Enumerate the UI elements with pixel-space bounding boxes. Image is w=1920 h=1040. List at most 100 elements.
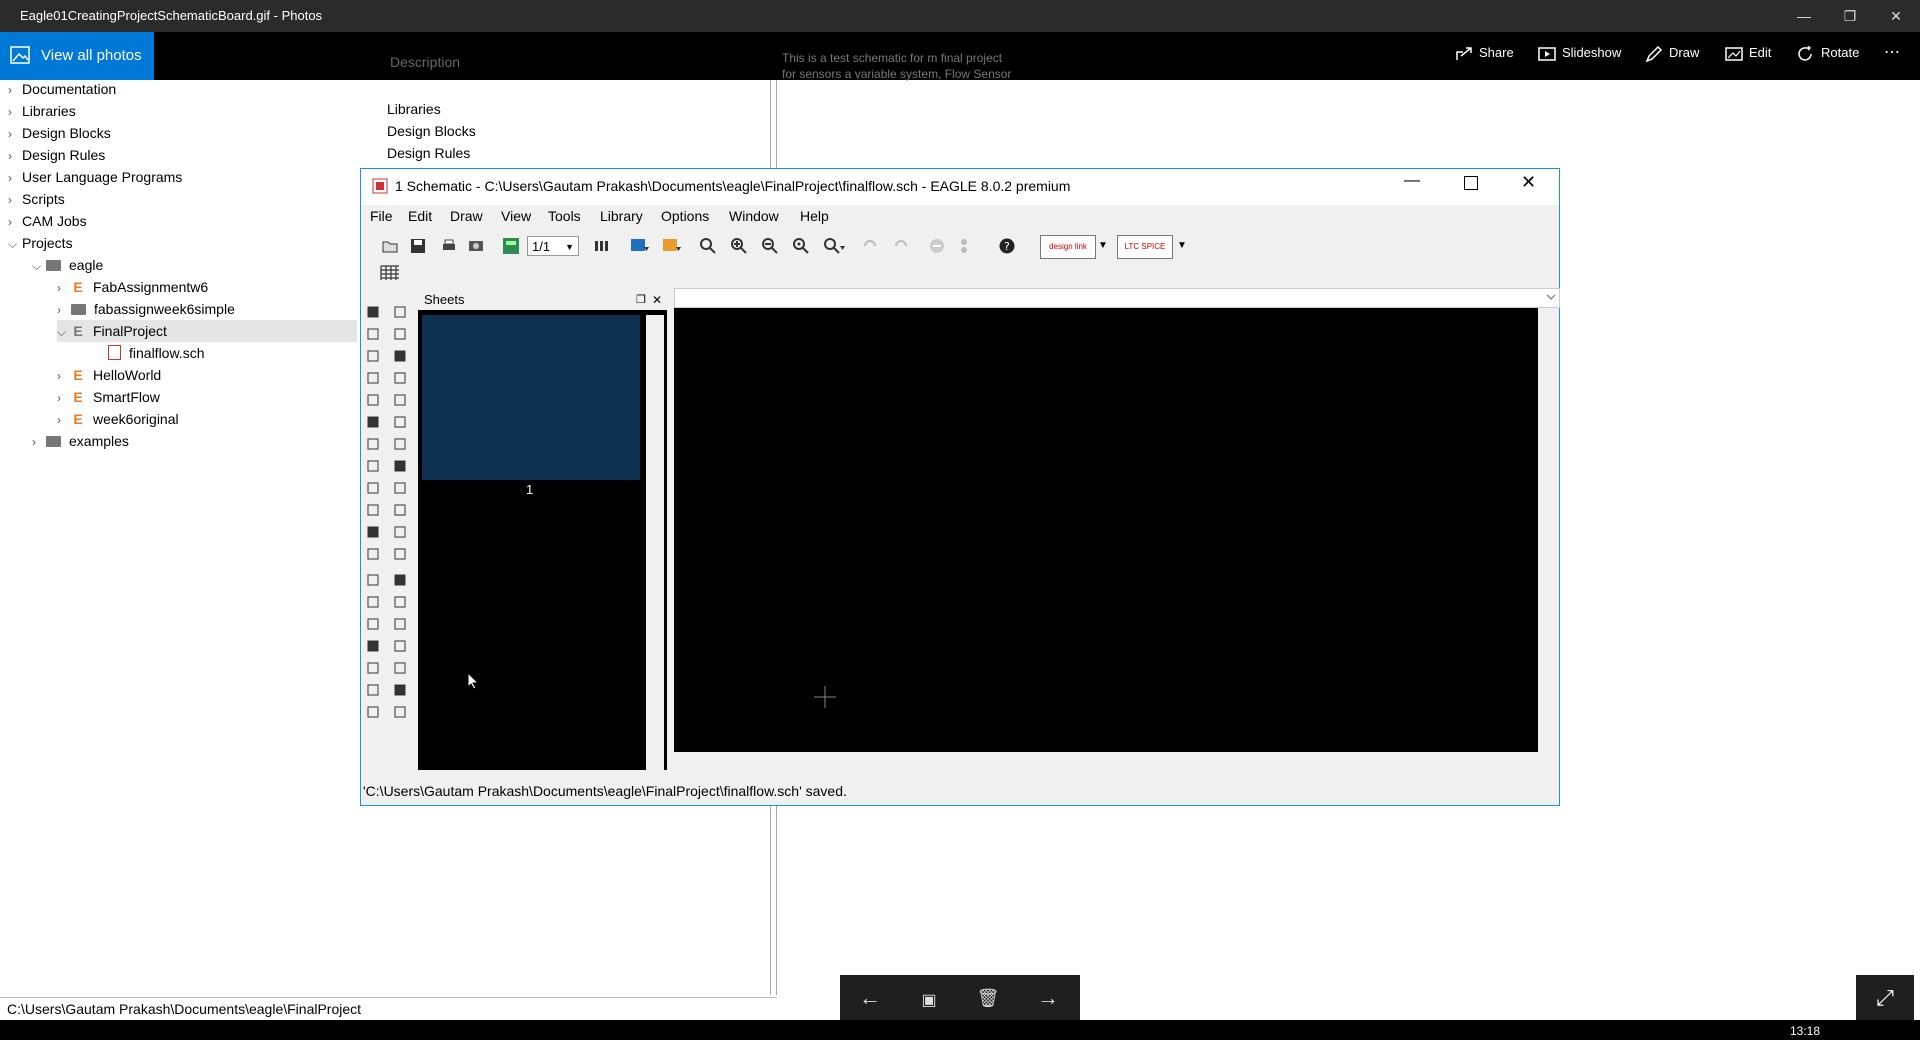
add-icon[interactable] — [366, 437, 380, 451]
zoom-out-icon[interactable] — [762, 238, 778, 254]
menu-window[interactable]: Window — [729, 208, 779, 224]
change-icon[interactable] — [393, 547, 407, 561]
menu-tools[interactable]: Tools — [548, 208, 581, 224]
print-icon[interactable] — [441, 238, 457, 254]
tree-item-ulp[interactable]: › User Language Programs — [8, 166, 182, 188]
split-icon[interactable] — [366, 525, 380, 539]
tree-item-smartflow[interactable]: › E SmartFlow — [57, 386, 160, 408]
tree-item-libraries[interactable]: › Libraries — [8, 100, 76, 122]
view-all-photos-button[interactable]: View all photos — [0, 32, 154, 80]
sheet-thumbnail[interactable] — [422, 315, 640, 480]
tree-item-helloworld[interactable]: › E HelloWorld — [57, 364, 161, 386]
close-button[interactable]: ✕ — [1876, 0, 1916, 32]
module-icon[interactable] — [393, 705, 407, 719]
cam-processor-icon[interactable] — [468, 238, 484, 254]
smash-icon[interactable] — [393, 503, 407, 517]
tree-item-fabassignmentw6[interactable]: › E FabAssignmentw6 — [57, 276, 208, 298]
show-icon[interactable] — [393, 305, 407, 319]
line-icon[interactable] — [366, 573, 380, 587]
chevron-right-icon[interactable]: › — [32, 431, 46, 453]
zoom-fit-icon[interactable] — [700, 238, 716, 254]
paste-icon[interactable] — [393, 393, 407, 407]
name-icon[interactable] — [393, 481, 407, 495]
delete-icon[interactable] — [366, 415, 380, 429]
design-link-button[interactable]: design link — [1040, 235, 1096, 259]
slideshow-button[interactable]: Slideshow — [1538, 45, 1621, 62]
undo-icon[interactable] — [862, 238, 878, 254]
float-icon[interactable]: ❐ — [636, 290, 646, 310]
tree-item-fabassignweek6simple[interactable]: › fabassignweek6simple — [57, 298, 235, 320]
copy-icon[interactable] — [366, 393, 380, 407]
mirror-icon[interactable] — [366, 371, 380, 385]
menu-draw[interactable]: Draw — [450, 208, 483, 224]
help-icon[interactable]: ? — [999, 238, 1015, 254]
script-icon[interactable] — [630, 237, 650, 255]
chevron-right-icon[interactable]: › — [57, 277, 71, 299]
dropdown-arrow-icon[interactable]: ▼ — [1098, 240, 1108, 251]
previous-arrow-icon[interactable]: ← — [850, 985, 890, 1011]
redraw-icon[interactable] — [793, 238, 809, 254]
menu-edit[interactable]: Edit — [408, 208, 432, 224]
fullscreen-icon[interactable]: ⤢ — [1856, 975, 1914, 1020]
restore-button[interactable]: ❐ — [1830, 0, 1870, 32]
info-icon[interactable] — [366, 305, 380, 319]
open-icon[interactable] — [382, 238, 398, 254]
rect-icon[interactable] — [366, 617, 380, 631]
dropdown-arrow-icon[interactable]: ▼ — [1177, 240, 1187, 251]
move-icon[interactable] — [366, 349, 380, 363]
slideshow-icon[interactable]: ▣ — [909, 990, 949, 1010]
edit-button[interactable]: Edit — [1725, 45, 1771, 62]
value-icon[interactable] — [366, 503, 380, 517]
circle-icon[interactable] — [366, 595, 380, 609]
menu-options[interactable]: Options — [661, 208, 709, 224]
minimize-button[interactable]: — — [1784, 0, 1824, 32]
replace-icon[interactable] — [393, 437, 407, 451]
next-arrow-icon[interactable]: → — [1028, 985, 1068, 1011]
miter-icon[interactable] — [393, 525, 407, 539]
tree-item-documentation[interactable]: › Documentation — [8, 78, 116, 100]
junction-icon[interactable] — [366, 661, 380, 675]
chevron-right-icon[interactable]: › — [8, 123, 22, 145]
tree-item-scripts[interactable]: › Scripts — [8, 188, 65, 210]
ulp-icon[interactable] — [662, 237, 682, 255]
chevron-right-icon[interactable]: › — [57, 387, 71, 409]
tree-item-design-blocks[interactable]: › Design Blocks — [8, 122, 111, 144]
library-icon[interactable] — [594, 238, 612, 254]
zoom-select-icon[interactable] — [824, 238, 846, 254]
tree-item-design-rules[interactable]: › Design Rules — [8, 144, 105, 166]
net-icon[interactable] — [393, 639, 407, 653]
dimension-icon[interactable] — [393, 683, 407, 697]
rotate-button[interactable]: Rotate — [1797, 45, 1859, 62]
close-icon[interactable]: ✕ — [652, 290, 662, 310]
delete-icon[interactable]: 🗑 — [968, 988, 1008, 1009]
canvas-horizontal-scrollbar[interactable] — [674, 752, 1538, 770]
text-icon[interactable] — [393, 573, 407, 587]
more-button[interactable]: ⋯ — [1884, 42, 1900, 62]
menu-view[interactable]: View — [501, 208, 531, 224]
chevron-right-icon[interactable]: › — [8, 167, 22, 189]
polygon-icon[interactable] — [393, 617, 407, 631]
chevron-right-icon[interactable]: › — [8, 189, 22, 211]
go-icon[interactable] — [956, 238, 972, 254]
zoom-in-icon[interactable] — [731, 238, 747, 254]
canvas-vertical-scrollbar[interactable] — [1540, 308, 1558, 752]
sheets-scrollbar[interactable] — [646, 315, 664, 770]
chevron-down-icon[interactable]: ⌵ — [32, 255, 46, 277]
grid-icon[interactable] — [380, 265, 400, 281]
share-button[interactable]: Share — [1455, 45, 1514, 62]
chevron-right-icon[interactable]: › — [8, 79, 22, 101]
ltspice-button[interactable]: LTC SPICE — [1117, 235, 1173, 259]
arc-icon[interactable] — [393, 595, 407, 609]
bus-icon[interactable] — [366, 639, 380, 653]
schematic-canvas[interactable] — [674, 308, 1538, 752]
command-line-input[interactable] — [674, 288, 1560, 308]
tree-item-examples[interactable]: › examples — [32, 430, 129, 452]
chevron-right-icon[interactable]: › — [8, 211, 22, 233]
tree-item-cam-jobs[interactable]: › CAM Jobs — [8, 210, 87, 232]
tree-item-eagle[interactable]: ⌵ eagle — [32, 254, 103, 276]
tree-item-finalflow-sch[interactable]: finalflow.sch — [108, 342, 204, 364]
layer-icon[interactable] — [366, 327, 380, 341]
optimize-icon[interactable] — [366, 547, 380, 561]
frame-icon[interactable] — [366, 705, 380, 719]
chevron-down-icon[interactable]: ⌵ — [57, 321, 71, 343]
